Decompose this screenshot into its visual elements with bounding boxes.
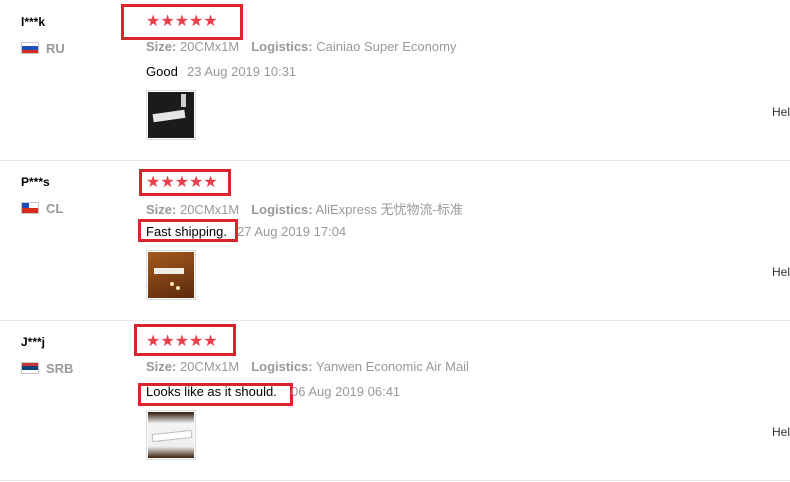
- review-item: J***j SRB ★★★★★ Size: 20CMx1M Logistics: …: [0, 320, 790, 481]
- sku-info: Size: 20CMx1M Logistics: Yanwen Economic …: [146, 359, 469, 374]
- country-code: SRB: [46, 361, 74, 376]
- logistics-value: Cainiao Super Economy: [316, 39, 457, 54]
- star-rating: ★★★★★: [146, 333, 218, 350]
- sku-info: Size: 20CMx1M Logistics: Cainiao Super Ec…: [146, 39, 456, 54]
- review-date: 23 Aug 2019 10:31: [187, 64, 297, 79]
- reviewer-name: J***j: [21, 335, 46, 349]
- reviewer-name: l***k: [21, 15, 46, 29]
- helpful-link[interactable]: Hel: [772, 265, 790, 279]
- logistics-label: Logistics:: [251, 39, 313, 54]
- size-label: Size:: [146, 359, 177, 374]
- country-code: RU: [46, 41, 65, 56]
- sku-info: Size: 20CMx1M Logistics: AliExpress 无忧物流-…: [146, 199, 463, 218]
- size-label: Size:: [146, 39, 177, 54]
- country-code: CL: [46, 201, 64, 216]
- star-rating: ★★★★★: [146, 13, 218, 30]
- size-value: 20CMx1M: [179, 359, 240, 374]
- flag-ru-icon: [21, 42, 39, 54]
- review-date: 06 Aug 2019 06:41: [291, 384, 401, 399]
- review-date: 27 Aug 2019 17:04: [237, 224, 347, 239]
- review-text: Good: [146, 64, 178, 79]
- logistics-value: AliExpress 无忧物流-标准: [315, 202, 463, 217]
- logistics-value: Yanwen Economic Air Mail: [316, 359, 469, 374]
- reviewer-name: P***s: [21, 175, 50, 189]
- helpful-link[interactable]: Hel: [772, 425, 790, 439]
- logistics-label: Logistics:: [251, 202, 313, 217]
- review-item: l***k RU ★★★★★ Size: 20CMx1M Logistics: C…: [0, 0, 790, 161]
- review-item: P***s CL ★★★★★ Size: 20CMx1M Logistics: A…: [0, 160, 790, 321]
- review-photo[interactable]: [146, 250, 196, 300]
- review-photo[interactable]: [146, 410, 196, 460]
- review-photo[interactable]: [146, 90, 196, 140]
- size-value: 20CMx1M: [179, 39, 240, 54]
- flag-cl-icon: [21, 202, 39, 214]
- star-rating: ★★★★★: [146, 174, 218, 191]
- size-label: Size:: [146, 202, 177, 217]
- size-value: 20CMx1M: [179, 202, 240, 217]
- review-text: Looks like as it should.: [146, 384, 277, 399]
- flag-srb-icon: [21, 362, 39, 374]
- review-text: Fast shipping.: [146, 224, 227, 239]
- helpful-link[interactable]: Hel: [772, 105, 790, 119]
- logistics-label: Logistics:: [251, 359, 313, 374]
